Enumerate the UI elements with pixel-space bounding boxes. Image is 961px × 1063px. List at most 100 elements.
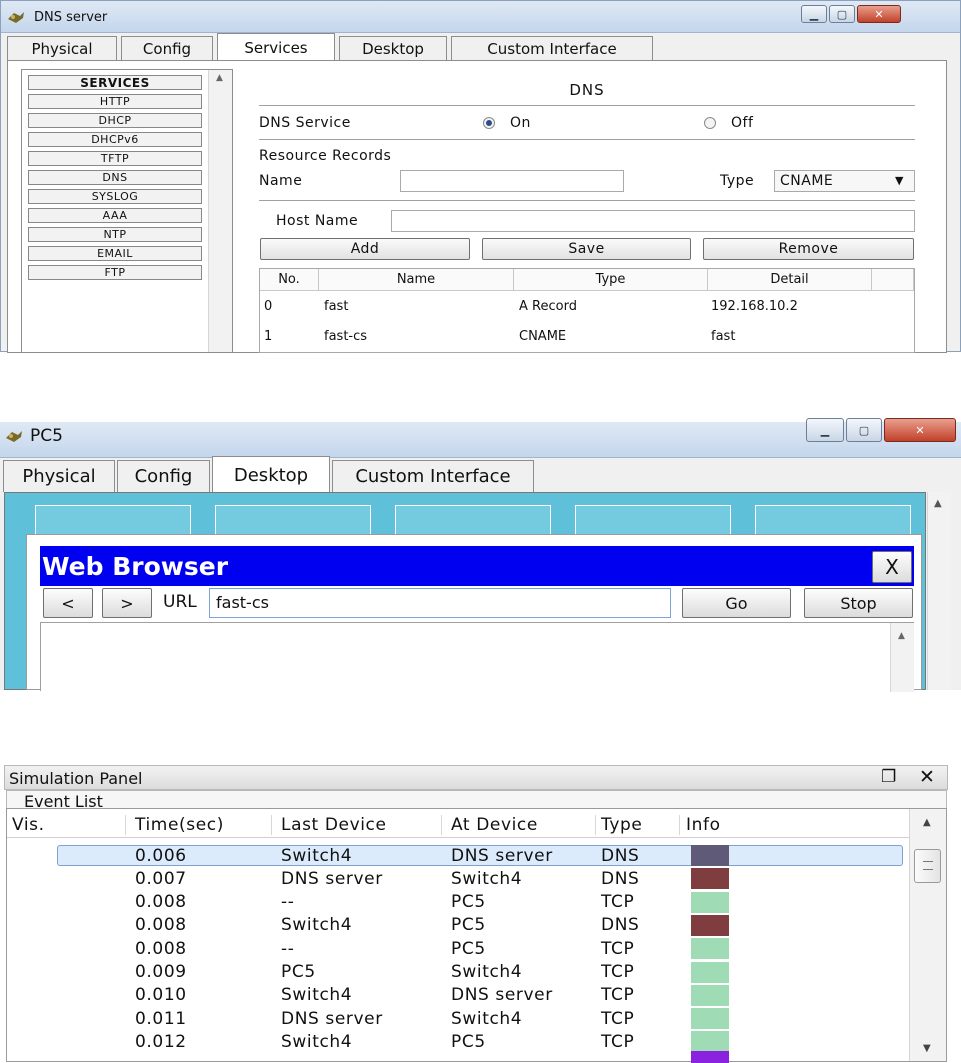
table-row[interactable]: 0.010 Switch4 DNS server TCP [7,984,909,1007]
scroll-up-icon[interactable]: ▲ [934,498,942,509]
table-row[interactable]: 0.008 -- PC5 TCP [7,937,909,960]
column-header-type[interactable]: Type [514,269,708,291]
minimize-icon[interactable]: ▁ [806,418,844,442]
tab-config[interactable]: Config [121,36,213,60]
column-header-info[interactable]: Info [686,812,721,838]
table-row[interactable]: 0.007 DNS server Switch4 DNS [7,867,909,890]
table-row[interactable]: 0.011 DNS server Switch4 TCP [7,1007,909,1030]
event-info-swatch[interactable] [691,891,729,913]
event-type: TCP [601,1008,635,1029]
services-scrollbar[interactable]: ▲ [208,70,232,352]
column-header-no[interactable]: No. [260,269,319,291]
service-dns[interactable]: DNS [28,170,202,185]
column-header-at-device[interactable]: At Device [451,812,538,838]
tab-custom-interface[interactable]: Custom Interface [451,36,653,60]
event-time: 0.010 [135,985,187,1006]
column-header-type[interactable]: Type [601,812,642,838]
service-dhcp[interactable]: DHCP [28,113,202,128]
event-type: TCP [601,985,635,1006]
desktop-scrollbar[interactable]: ▲ [927,492,951,690]
event-at-device: DNS server [451,985,553,1006]
event-info-swatch[interactable] [691,961,729,983]
maximize-icon[interactable]: ▢ [829,5,855,23]
window-title: PC5 [30,426,63,446]
column-header-time[interactable]: Time(sec) [135,812,224,838]
table-row[interactable]: 0.012 Switch4 PC5 TCP [7,1030,909,1053]
column-header-last-device[interactable]: Last Device [281,812,387,838]
web-browser-title-bar: Web Browser [40,546,914,586]
service-ftp[interactable]: FTP [28,265,202,280]
service-email[interactable]: EMAIL [28,246,202,261]
column-divider [125,815,126,835]
service-http[interactable]: HTTP [28,94,202,109]
column-header-vis[interactable]: Vis. [12,812,45,838]
event-list-scrollbar[interactable]: ▲ ▼ [909,809,946,1061]
close-icon[interactable]: ✕ [884,418,956,442]
table-row[interactable]: 0.008 -- PC5 TCP [7,891,909,914]
dns-off-label: Off [731,115,754,131]
page-scrollbar[interactable]: ▲ [890,623,914,692]
column-divider [679,815,680,835]
forward-button[interactable]: > [102,588,152,618]
scroll-up-icon[interactable]: ▲ [216,73,223,83]
event-info-swatch[interactable] [691,868,729,890]
column-divider [441,815,442,835]
event-at-device: Switch4 [451,1008,523,1029]
go-button[interactable]: Go [682,588,791,618]
dns-off-radio[interactable] [704,117,716,129]
dns-on-radio[interactable] [483,117,495,129]
name-label: Name [259,173,303,189]
row-type: CNAME [519,329,567,344]
add-button[interactable]: Add [260,238,470,260]
host-name-input[interactable] [391,210,915,232]
table-row[interactable]: 0.008 Switch4 PC5 DNS [7,914,909,937]
table-row[interactable]: 0.006 Switch4 DNS server DNS [7,844,909,867]
event-info-swatch[interactable] [691,938,729,960]
event-type: DNS [601,845,640,866]
url-input[interactable]: fast-cs [209,588,671,618]
app-icon [8,12,24,23]
name-input[interactable] [400,170,624,192]
save-button[interactable]: Save [482,238,691,260]
tab-desktop[interactable]: Desktop [212,456,330,493]
remove-button[interactable]: Remove [703,238,914,260]
pc5-title-bar: PC5 ▁ ▢ ✕ [0,418,961,458]
column-header-detail[interactable]: Detail [708,269,872,291]
maximize-icon[interactable]: ▢ [846,418,882,442]
services-header: SERVICES [28,75,202,90]
tab-physical[interactable]: Physical [7,36,117,60]
service-tftp[interactable]: TFTP [28,151,202,166]
browser-close-button[interactable]: X [872,551,912,583]
type-select[interactable]: CNAME ▼ [774,170,915,192]
event-info-swatch[interactable] [691,1031,729,1053]
close-icon[interactable]: ✕ [919,766,935,788]
window-title: DNS server [34,10,108,25]
event-info-swatch[interactable] [691,984,729,1006]
minimize-icon[interactable]: ▁ [801,5,827,23]
service-aaa[interactable]: AAA [28,208,202,223]
scroll-down-icon[interactable]: ▼ [923,1043,931,1054]
service-syslog[interactable]: SYSLOG [28,189,202,204]
tab-custom-interface[interactable]: Custom Interface [332,460,534,492]
tab-physical[interactable]: Physical [3,460,115,492]
scroll-thumb[interactable] [914,849,941,883]
undock-icon[interactable]: ❐ [881,767,896,787]
url-input-value: fast-cs [216,593,269,612]
event-last-device: Switch4 [281,915,353,936]
tab-services[interactable]: Services [217,33,335,61]
tab-config[interactable]: Config [117,460,210,492]
stop-button[interactable]: Stop [804,588,913,618]
column-header-name[interactable]: Name [319,269,514,291]
event-info-swatch[interactable] [691,1008,729,1030]
service-dhcpv6[interactable]: DHCPv6 [28,132,202,147]
service-ntp[interactable]: NTP [28,227,202,242]
close-icon[interactable]: ✕ [857,5,901,23]
event-info-swatch[interactable] [691,845,729,866]
scroll-up-icon[interactable]: ▲ [923,817,931,828]
tab-desktop[interactable]: Desktop [339,36,447,60]
back-button[interactable]: < [43,588,93,618]
table-row[interactable]: 0.009 PC5 Switch4 TCP [7,961,909,984]
dns-server-window: DNS server ▁ ▢ ✕ Physical Config Service… [0,0,961,353]
scroll-up-icon[interactable]: ▲ [898,631,905,641]
event-info-swatch[interactable] [691,914,729,936]
